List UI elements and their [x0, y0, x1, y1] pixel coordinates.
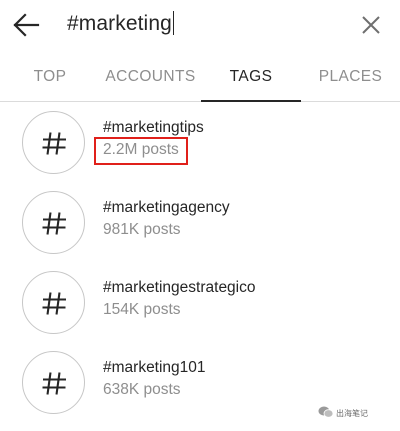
hashtag-icon — [22, 351, 85, 414]
hashtag-result-row[interactable]: #marketingtips 2.2M posts — [0, 111, 400, 191]
tab-top[interactable]: TOP — [0, 56, 100, 102]
search-query-text: #marketing — [67, 12, 172, 35]
post-count: 154K posts — [103, 301, 181, 318]
wechat-icon — [318, 406, 334, 418]
hashtag-name: #marketingtips — [103, 119, 204, 136]
arrow-left-icon — [13, 13, 40, 37]
watermark-text: 出海笔记 — [336, 409, 368, 418]
clear-search-button[interactable] — [358, 12, 384, 38]
post-count: 638K posts — [103, 381, 181, 398]
highlight-box — [94, 137, 188, 165]
hashtag-result-row[interactable]: #marketingestrategico 154K posts — [0, 271, 400, 351]
text-caret — [172, 11, 175, 35]
hashtag-name: #marketingagency — [103, 199, 230, 216]
post-count: 981K posts — [103, 221, 181, 238]
hashtag-icon — [22, 271, 85, 334]
tab-accounts[interactable]: ACCOUNTS — [100, 56, 201, 102]
tab-tags[interactable]: TAGS — [201, 56, 301, 102]
hashtag-result-row[interactable]: #marketing101 638K posts — [0, 351, 400, 431]
hashtag-result-row[interactable]: #marketingagency 981K posts — [0, 191, 400, 271]
tab-places[interactable]: PLACES — [301, 56, 400, 102]
back-button[interactable] — [10, 8, 44, 42]
hashtag-name: #marketingestrategico — [103, 279, 256, 296]
close-icon — [362, 16, 380, 34]
hashtag-icon — [22, 191, 85, 254]
hashtag-name: #marketing101 — [103, 359, 206, 376]
search-input[interactable]: #marketing — [67, 11, 175, 36]
hashtag-icon — [22, 111, 85, 174]
search-tabs: TOP ACCOUNTS TAGS PLACES — [0, 56, 400, 102]
search-bar: #marketing — [0, 0, 400, 50]
